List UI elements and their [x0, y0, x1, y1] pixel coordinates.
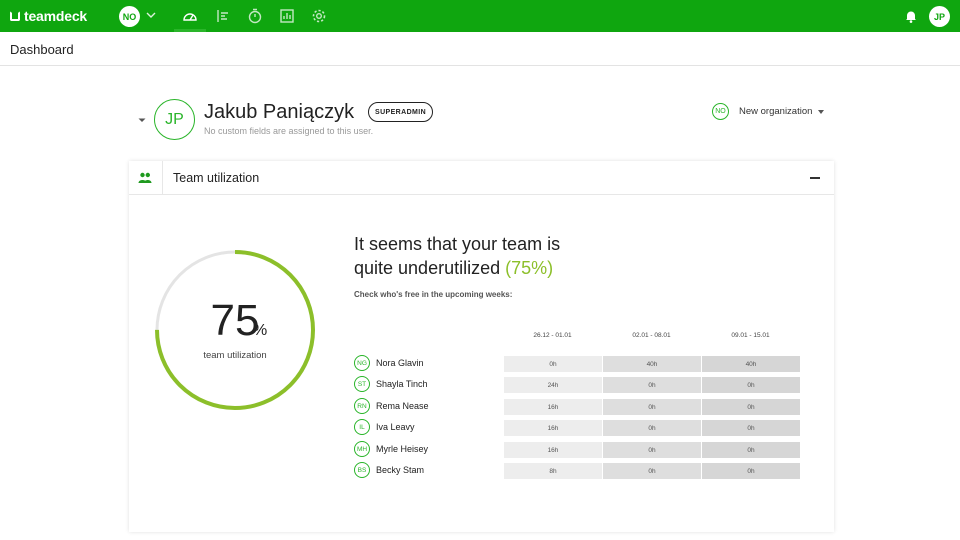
member-name[interactable]: Iva Leavy	[376, 422, 415, 432]
logo-mark-icon	[10, 11, 20, 21]
week-header: 02.01 - 08.01	[632, 332, 671, 339]
hours-cell: 8h	[504, 463, 602, 479]
hours-cell: 0h	[603, 442, 701, 458]
member-name[interactable]: Becky Stam	[376, 465, 424, 475]
profile-expand-caret-icon[interactable]	[137, 115, 147, 125]
logo-text: teamdeck	[24, 8, 87, 24]
reports-icon[interactable]	[279, 8, 295, 24]
headline-line-1: It seems that your team is	[354, 234, 561, 254]
profile-avatar: JP	[154, 99, 195, 140]
organization-avatar: NO	[712, 103, 729, 120]
organization-name: New organization	[739, 106, 813, 117]
hours-cell: 24h	[504, 377, 602, 393]
member-name[interactable]: Myrle Heisey	[376, 444, 428, 454]
utilization-unit: %	[253, 322, 268, 339]
hours-cell: 0h	[603, 420, 701, 436]
hours-cell: 0h	[504, 356, 602, 372]
team-member-row[interactable]: RN Rema Nease 16h 0h 0h	[354, 398, 804, 415]
hours-cell: 0h	[603, 399, 701, 415]
dashboard-icon[interactable]	[182, 8, 198, 24]
team-member-row[interactable]: BS Becky Stam 8h 0h 0h	[354, 462, 804, 479]
hours-cell: 0h	[702, 442, 800, 458]
headline-line-2: quite underutilized	[354, 258, 501, 278]
week-header: 26.12 - 01.01	[533, 332, 572, 339]
custom-fields-note: No custom fields are assigned to this us…	[204, 126, 374, 136]
collapse-minus-icon[interactable]	[810, 177, 820, 179]
hours-cell: 0h	[702, 463, 800, 479]
timer-icon[interactable]	[247, 8, 263, 24]
member-name[interactable]: Shayla Tinch	[376, 379, 428, 389]
member-name[interactable]: Rema Nease	[376, 401, 429, 411]
page-title: Dashboard	[10, 42, 74, 57]
card-header: Team utilization	[129, 161, 834, 195]
team-people-icon	[138, 172, 152, 183]
planner-icon[interactable]	[215, 8, 231, 24]
notifications-bell-icon[interactable]	[903, 8, 919, 24]
hours-cell: 16h	[504, 420, 602, 436]
member-avatar: ST	[354, 376, 370, 392]
member-avatar: IL	[354, 419, 370, 435]
utilization-label: team utilization	[203, 350, 267, 361]
caret-down-icon	[818, 109, 825, 114]
hours-cell: 0h	[603, 377, 701, 393]
hours-cell: 0h	[702, 377, 800, 393]
hours-cell: 40h	[603, 356, 701, 372]
headline-percentage: (75%)	[505, 258, 554, 278]
week-header: 09.01 - 15.01	[731, 332, 770, 339]
top-bar: teamdeck NO JP	[0, 0, 960, 32]
organization-switcher-avatar[interactable]: NO	[119, 6, 140, 27]
teamdeck-logo[interactable]: teamdeck	[10, 8, 87, 24]
team-utilization-card: Team utilization 75 % team utilization I…	[129, 161, 834, 532]
page-header: Dashboard	[0, 32, 960, 66]
chevron-down-icon[interactable]	[145, 9, 157, 21]
hours-cell: 16h	[504, 399, 602, 415]
hours-cell: 0h	[603, 463, 701, 479]
hours-cell: 0h	[702, 399, 800, 415]
header-divider	[162, 161, 163, 195]
hours-cell: 16h	[504, 442, 602, 458]
role-badge: SUPERADMIN	[368, 102, 434, 122]
team-member-row[interactable]: MH Myrle Heisey 16h 0h 0h	[354, 441, 804, 458]
card-title: Team utilization	[173, 171, 260, 185]
member-avatar: RN	[354, 398, 370, 414]
hours-cell: 0h	[702, 420, 800, 436]
settings-icon[interactable]	[311, 8, 327, 24]
member-avatar: BS	[354, 462, 370, 478]
team-member-row[interactable]: ST Shayla Tinch 24h 0h 0h	[354, 376, 804, 393]
team-member-row[interactable]: IL Iva Leavy 16h 0h 0h	[354, 419, 804, 436]
utilization-headline: It seems that your team is quite underut…	[354, 232, 654, 280]
member-avatar: NG	[354, 355, 370, 371]
profile-name: Jakub Paniączyk	[204, 101, 355, 123]
availability-subtitle: Check who's free in the upcoming weeks:	[354, 290, 513, 299]
member-name[interactable]: Nora Glavin	[376, 358, 424, 368]
member-avatar: MH	[354, 441, 370, 457]
team-member-row[interactable]: NG Nora Glavin 0h 40h 40h	[354, 355, 804, 372]
organization-select[interactable]: NO New organization	[712, 103, 825, 120]
hours-cell: 40h	[702, 356, 800, 372]
user-avatar[interactable]: JP	[929, 6, 950, 27]
